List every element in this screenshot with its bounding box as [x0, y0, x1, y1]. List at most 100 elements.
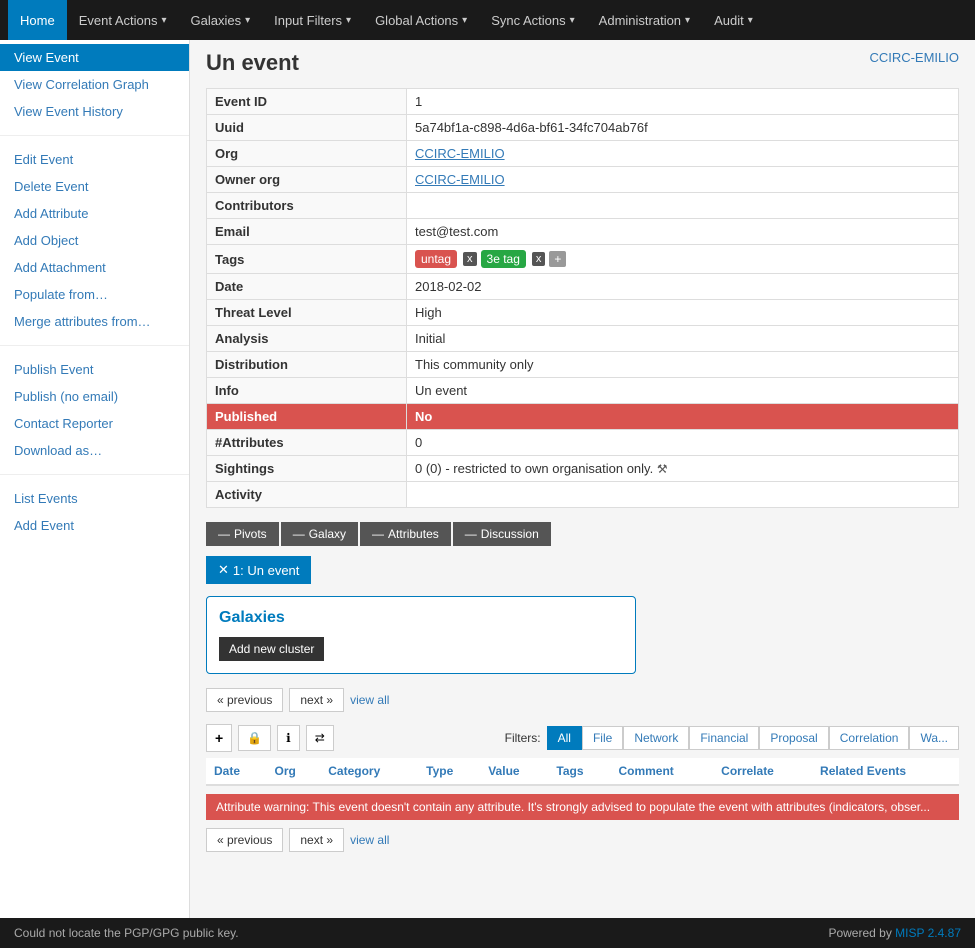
table-row-uuid: Uuid 5a74bf1a-c898-4d6a-bf61-34fc704ab76…: [207, 115, 959, 141]
field-label-date: Date: [207, 274, 407, 300]
info-icon-button[interactable]: ℹ: [277, 725, 300, 751]
field-value-info: Un event: [407, 378, 959, 404]
field-value-contributors: [407, 193, 959, 219]
lock-icon-button[interactable]: 🔒: [238, 725, 271, 751]
galaxies-title: Galaxies: [219, 609, 623, 627]
filter-network[interactable]: Network: [623, 726, 689, 750]
tag-untag-remove-button[interactable]: x: [463, 252, 477, 266]
table-row-num-attributes: #Attributes 0: [207, 430, 959, 456]
tab-attributes[interactable]: — Attributes: [360, 522, 451, 546]
tab-pivots[interactable]: — Pivots: [206, 522, 279, 546]
filter-financial[interactable]: Financial: [689, 726, 759, 750]
attributes-table-header: Date Org Category Type Value Tags Commen…: [206, 758, 959, 785]
sidebar-item-add-event[interactable]: Add Event: [0, 512, 189, 539]
filter-all[interactable]: All: [547, 726, 582, 750]
tag-add-button[interactable]: +: [549, 251, 566, 267]
table-row-event-id: Event ID 1: [207, 89, 959, 115]
layout: View Event View Correlation Graph View E…: [0, 40, 975, 918]
misp-version-link[interactable]: MISP 2.4.87: [895, 926, 961, 940]
sidebar-item-publish-event[interactable]: Publish Event: [0, 356, 189, 383]
field-label-email: Email: [207, 219, 407, 245]
field-label-sightings: Sightings: [207, 456, 407, 482]
col-value[interactable]: Value: [480, 758, 548, 785]
transfer-icon-button[interactable]: ⇄: [306, 725, 334, 751]
chevron-down-icon: ▾: [245, 15, 250, 26]
sidebar-item-merge-attributes[interactable]: Merge attributes from…: [0, 308, 189, 335]
org-badge[interactable]: CCIRC-EMILIO: [869, 50, 959, 65]
sidebar-item-add-attribute[interactable]: Add Attribute: [0, 200, 189, 227]
col-org[interactable]: Org: [266, 758, 320, 785]
navbar-input-filters[interactable]: Input Filters ▾: [262, 0, 363, 40]
col-type[interactable]: Type: [418, 758, 480, 785]
sidebar-item-publish-no-email[interactable]: Publish (no email): [0, 383, 189, 410]
sidebar-item-edit-event[interactable]: Edit Event: [0, 146, 189, 173]
owner-org-link[interactable]: CCIRC-EMILIO: [415, 172, 505, 187]
navbar-sync-actions[interactable]: Sync Actions ▾: [479, 0, 586, 40]
col-correlate[interactable]: Correlate: [713, 758, 812, 785]
table-row-sightings: Sightings 0 (0) - restricted to own orga…: [207, 456, 959, 482]
view-all-link[interactable]: view all: [350, 693, 389, 707]
filter-file[interactable]: File: [582, 726, 623, 750]
add-attribute-button[interactable]: +: [206, 724, 232, 752]
navbar-galaxies[interactable]: Galaxies ▾: [179, 0, 263, 40]
filter-wa[interactable]: Wa...: [909, 726, 959, 750]
main-content: CCIRC-EMILIO Un event Event ID 1 Uuid 5a…: [190, 40, 975, 918]
sidebar-item-download-as[interactable]: Download as…: [0, 437, 189, 464]
navbar-event-actions[interactable]: Event Actions ▾: [67, 0, 179, 40]
navbar: Home Event Actions ▾ Galaxies ▾ Input Fi…: [0, 0, 975, 40]
tag-3e-remove-button[interactable]: x: [532, 252, 546, 266]
event-filter-button[interactable]: ✕ 1: Un event: [206, 556, 311, 584]
tabs-container: — Pivots — Galaxy — Attributes — Discuss…: [206, 522, 959, 546]
col-related-events[interactable]: Related Events: [812, 758, 959, 785]
sidebar-section-list: List Events Add Event: [0, 481, 189, 543]
col-comment[interactable]: Comment: [610, 758, 713, 785]
view-all-link-bottom[interactable]: view all: [350, 833, 389, 847]
field-label-contributors: Contributors: [207, 193, 407, 219]
org-link[interactable]: CCIRC-EMILIO: [415, 146, 505, 161]
prev-page-button[interactable]: « previous: [206, 688, 283, 712]
next-page-button[interactable]: next »: [289, 688, 344, 712]
col-tags[interactable]: Tags: [548, 758, 610, 785]
sidebar: View Event View Correlation Graph View E…: [0, 40, 190, 918]
field-label-tags: Tags: [207, 245, 407, 274]
table-row-org: Org CCIRC-EMILIO: [207, 141, 959, 167]
wrench-icon[interactable]: ⚒: [657, 462, 668, 476]
galaxies-box: Galaxies Add new cluster: [206, 596, 636, 674]
navbar-administration[interactable]: Administration ▾: [587, 0, 702, 40]
tab-discussion[interactable]: — Discussion: [453, 522, 551, 546]
col-date[interactable]: Date: [206, 758, 266, 785]
navbar-home[interactable]: Home: [8, 0, 67, 40]
sidebar-divider-3: [0, 474, 189, 475]
col-category[interactable]: Category: [320, 758, 418, 785]
sidebar-item-view-event-history[interactable]: View Event History: [0, 98, 189, 125]
prev-page-button-bottom[interactable]: « previous: [206, 828, 283, 852]
next-page-button-bottom[interactable]: next »: [289, 828, 344, 852]
chevron-down-icon: ▾: [748, 15, 753, 26]
navbar-global-actions[interactable]: Global Actions ▾: [363, 0, 479, 40]
field-label-num-attributes: #Attributes: [207, 430, 407, 456]
page-title: Un event: [206, 50, 959, 76]
sidebar-item-populate-from[interactable]: Populate from…: [0, 281, 189, 308]
filter-tabs: All File Network Financial Proposal Corr…: [547, 726, 959, 750]
navbar-audit[interactable]: Audit ▾: [702, 0, 765, 40]
sidebar-item-list-events[interactable]: List Events: [0, 485, 189, 512]
pagination-top: « previous next » view all: [206, 688, 959, 712]
filter-correlation[interactable]: Correlation: [829, 726, 910, 750]
chevron-down-icon: ▾: [462, 15, 467, 26]
field-label-distribution: Distribution: [207, 352, 407, 378]
sidebar-item-delete-event[interactable]: Delete Event: [0, 173, 189, 200]
sidebar-divider-1: [0, 135, 189, 136]
sidebar-item-view-correlation-graph[interactable]: View Correlation Graph: [0, 71, 189, 98]
sidebar-item-view-event[interactable]: View Event: [0, 44, 189, 71]
field-value-uuid: 5a74bf1a-c898-4d6a-bf61-34fc704ab76f: [407, 115, 959, 141]
sidebar-section-publish: Publish Event Publish (no email) Contact…: [0, 352, 189, 468]
sidebar-item-add-attachment[interactable]: Add Attachment: [0, 254, 189, 281]
sidebar-item-contact-reporter[interactable]: Contact Reporter: [0, 410, 189, 437]
tab-dash-icon: —: [218, 527, 230, 541]
field-value-email: test@test.com: [407, 219, 959, 245]
add-cluster-button[interactable]: Add new cluster: [219, 637, 324, 661]
filter-proposal[interactable]: Proposal: [759, 726, 828, 750]
sidebar-item-add-object[interactable]: Add Object: [0, 227, 189, 254]
tab-galaxy[interactable]: — Galaxy: [281, 522, 358, 546]
field-value-activity: [407, 482, 959, 508]
